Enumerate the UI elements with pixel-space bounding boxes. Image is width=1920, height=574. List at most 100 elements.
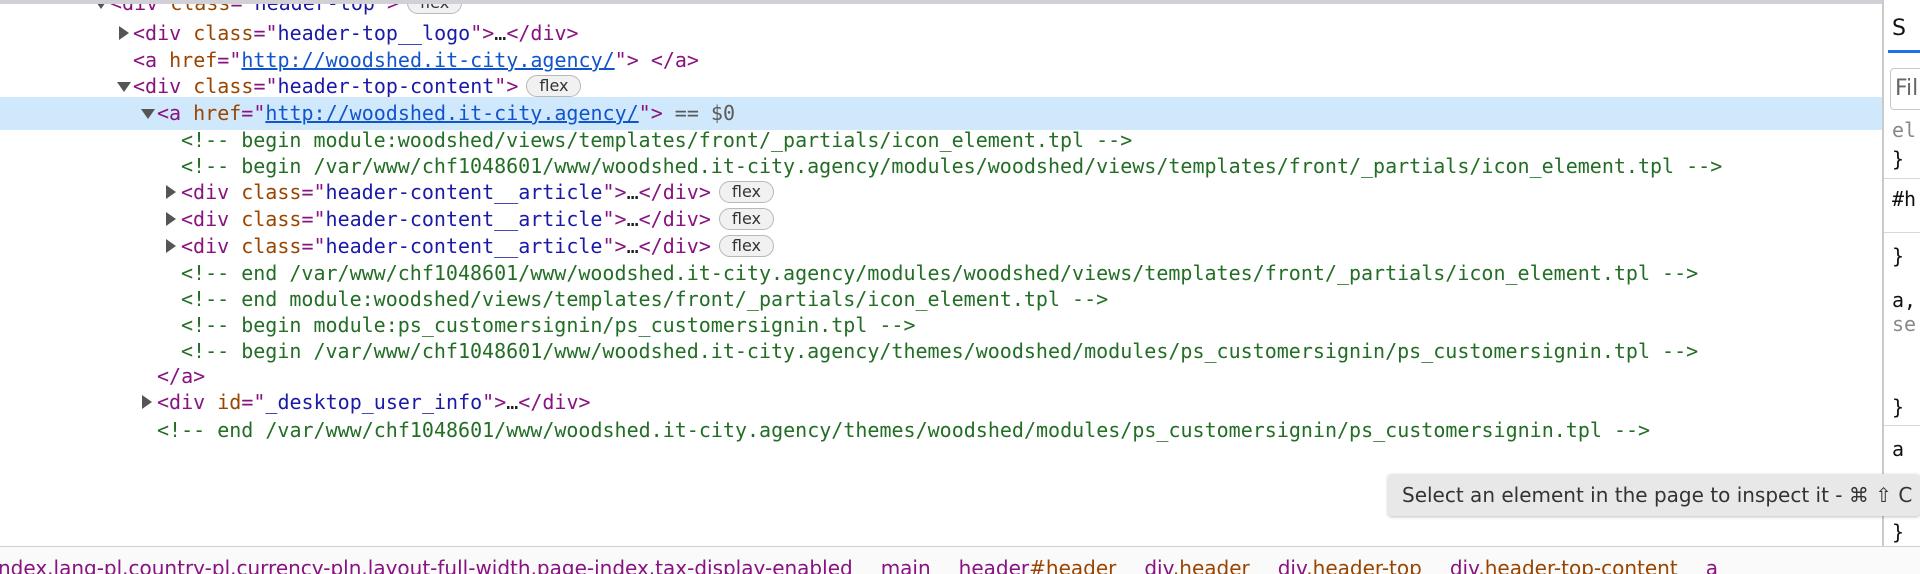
markup-token: </div>	[638, 180, 711, 204]
expand-triangle-right-icon[interactable]	[166, 212, 176, 226]
markup-token: ="	[253, 21, 278, 45]
markup-token: ">	[638, 101, 663, 125]
selected-node-marker: == $0	[662, 101, 736, 125]
breadcrumb-selector: .header	[1172, 556, 1250, 574]
markup-token: class	[193, 74, 254, 98]
html-comment: <!-- end /var/www/chf1048601/www/woodshe…	[157, 418, 1651, 442]
flex-badge[interactable]: flex	[718, 180, 774, 203]
style-rule-fragment: }	[1892, 147, 1905, 171]
markup-token: <div	[133, 74, 194, 98]
markup-token: ="	[301, 180, 326, 204]
breadcrumb-item[interactable]: a	[1706, 556, 1718, 574]
href-link[interactable]: http://woodshed.it-city.agency/	[241, 48, 614, 72]
html-comment: <!-- end module:woodshed/views/templates…	[181, 287, 1109, 311]
styles-tab[interactable]: S	[1892, 16, 1906, 41]
markup-token: header-content__article	[325, 180, 603, 204]
markup-token: ">	[614, 48, 639, 72]
markup-token: ="	[301, 234, 326, 258]
href-link[interactable]: http://woodshed.it-city.agency/	[265, 101, 638, 125]
style-rule-fragment: #h	[1892, 187, 1917, 211]
inspect-element-tooltip: Select an element in the page to inspect…	[1388, 474, 1920, 516]
breadcrumb-tag: ndex.lang-pl.country-pl.currency-pln.lay…	[0, 556, 853, 574]
style-rule-fragment: a	[1892, 437, 1905, 461]
markup-token: …	[626, 234, 639, 258]
expand-triangle-down-icon[interactable]	[141, 109, 155, 119]
expand-triangle-right-icon[interactable]	[119, 26, 129, 40]
dom-breadcrumb-bar: ndex.lang-pl.country-pl.currency-pln.lay…	[0, 546, 1920, 574]
markup-token: <div	[157, 390, 218, 414]
expand-triangle-right-icon[interactable]	[142, 395, 152, 409]
markup-token: class	[193, 21, 254, 45]
markup-token: ="	[301, 207, 326, 231]
html-comment: <!-- begin module:woodshed/views/templat…	[181, 128, 1133, 152]
expand-triangle-right-icon[interactable]	[166, 185, 176, 199]
breadcrumb-selector: .header-top	[1306, 556, 1422, 574]
markup-token: ">	[602, 234, 627, 258]
expand-triangle-right-icon[interactable]	[166, 239, 176, 253]
dom-node-row[interactable]: <!-- end /var/www/chf1048601/www/woodshe…	[0, 414, 1882, 447]
styles-tab-indicator	[1888, 50, 1920, 53]
breadcrumb-tag: a	[1705, 556, 1718, 574]
breadcrumb-item[interactable]: div.header-top-content	[1450, 556, 1678, 574]
markup-token: header-top__logo	[277, 21, 471, 45]
expand-triangle-down-icon[interactable]	[117, 82, 131, 92]
markup-token: ="	[217, 48, 242, 72]
markup-token: id	[217, 390, 242, 414]
style-rule-fragment: a,	[1892, 288, 1917, 312]
markup-token: class	[241, 207, 302, 231]
markup-token: header-top-content	[277, 74, 495, 98]
breadcrumb-tag: div	[1277, 556, 1307, 574]
markup-token: </div>	[638, 207, 711, 231]
breadcrumb-item[interactable]: ndex.lang-pl.country-pl.currency-pln.lay…	[0, 556, 853, 574]
style-rule-fragment: se	[1892, 312, 1917, 336]
markup-token: header-content__article	[325, 207, 603, 231]
markup-token: ">	[494, 74, 519, 98]
styles-pane: S Fil el}#h}a,se}a}a	[1882, 0, 1920, 546]
style-rule-divider	[1884, 232, 1920, 233]
markup-token: </a>	[650, 48, 699, 72]
html-comment: <!-- begin /var/www/chf1048601/www/woods…	[181, 154, 1723, 178]
markup-token: ">	[470, 21, 495, 45]
flex-badge[interactable]: flex	[526, 74, 582, 97]
breadcrumb-item[interactable]: div.header	[1144, 556, 1249, 574]
breadcrumb-item[interactable]: div.header-top	[1278, 556, 1422, 574]
markup-token: </div>	[638, 234, 711, 258]
markup-token: class	[241, 234, 302, 258]
breadcrumb-tag: header	[958, 556, 1030, 574]
panel-top-border	[0, 0, 1882, 4]
markup-token: …	[506, 390, 519, 414]
breadcrumb-item[interactable]: main	[881, 556, 931, 574]
markup-token: header-content__article	[325, 234, 603, 258]
markup-token: …	[494, 21, 507, 45]
markup-token: <a	[157, 101, 194, 125]
markup-token: _desktop_user_info	[265, 390, 483, 414]
html-comment: <!-- begin module:ps_customersignin/ps_c…	[181, 313, 916, 337]
markup-token: ="	[253, 74, 278, 98]
markup-token: <div	[181, 180, 242, 204]
breadcrumb-tag: div	[1144, 556, 1173, 574]
markup-token: href	[169, 48, 218, 72]
style-rule-fragment: }	[1892, 244, 1905, 268]
html-comment: <!-- end /var/www/chf1048601/www/woodshe…	[181, 261, 1699, 285]
breadcrumb-item[interactable]: header#header	[959, 556, 1117, 574]
flex-badge[interactable]: flex	[718, 234, 774, 257]
markup-token: href	[193, 101, 242, 125]
breadcrumb-tag: div	[1449, 556, 1479, 574]
style-rule-divider	[1884, 178, 1920, 179]
breadcrumb-tag: main	[880, 556, 931, 574]
style-rule-fragment: }	[1892, 395, 1905, 419]
styles-filter-input[interactable]: Fil	[1890, 68, 1920, 110]
markup-token	[639, 48, 651, 72]
markup-token: </a>	[157, 364, 206, 388]
style-rule-fragment: el	[1892, 118, 1917, 142]
style-rule-fragment: }	[1892, 520, 1905, 544]
flex-badge[interactable]: flex	[718, 207, 774, 230]
markup-token: </div>	[506, 21, 579, 45]
markup-token: <a	[133, 48, 170, 72]
breadcrumb: ndex.lang-pl.country-pl.currency-pln.lay…	[0, 555, 1746, 574]
markup-token: ="	[241, 390, 266, 414]
markup-token: class	[241, 180, 302, 204]
markup-token: <div	[181, 234, 242, 258]
breadcrumb-selector: #header	[1029, 556, 1117, 574]
elements-tree-panel: <div class="header-top"> flex <div class="…	[0, 0, 1882, 546]
